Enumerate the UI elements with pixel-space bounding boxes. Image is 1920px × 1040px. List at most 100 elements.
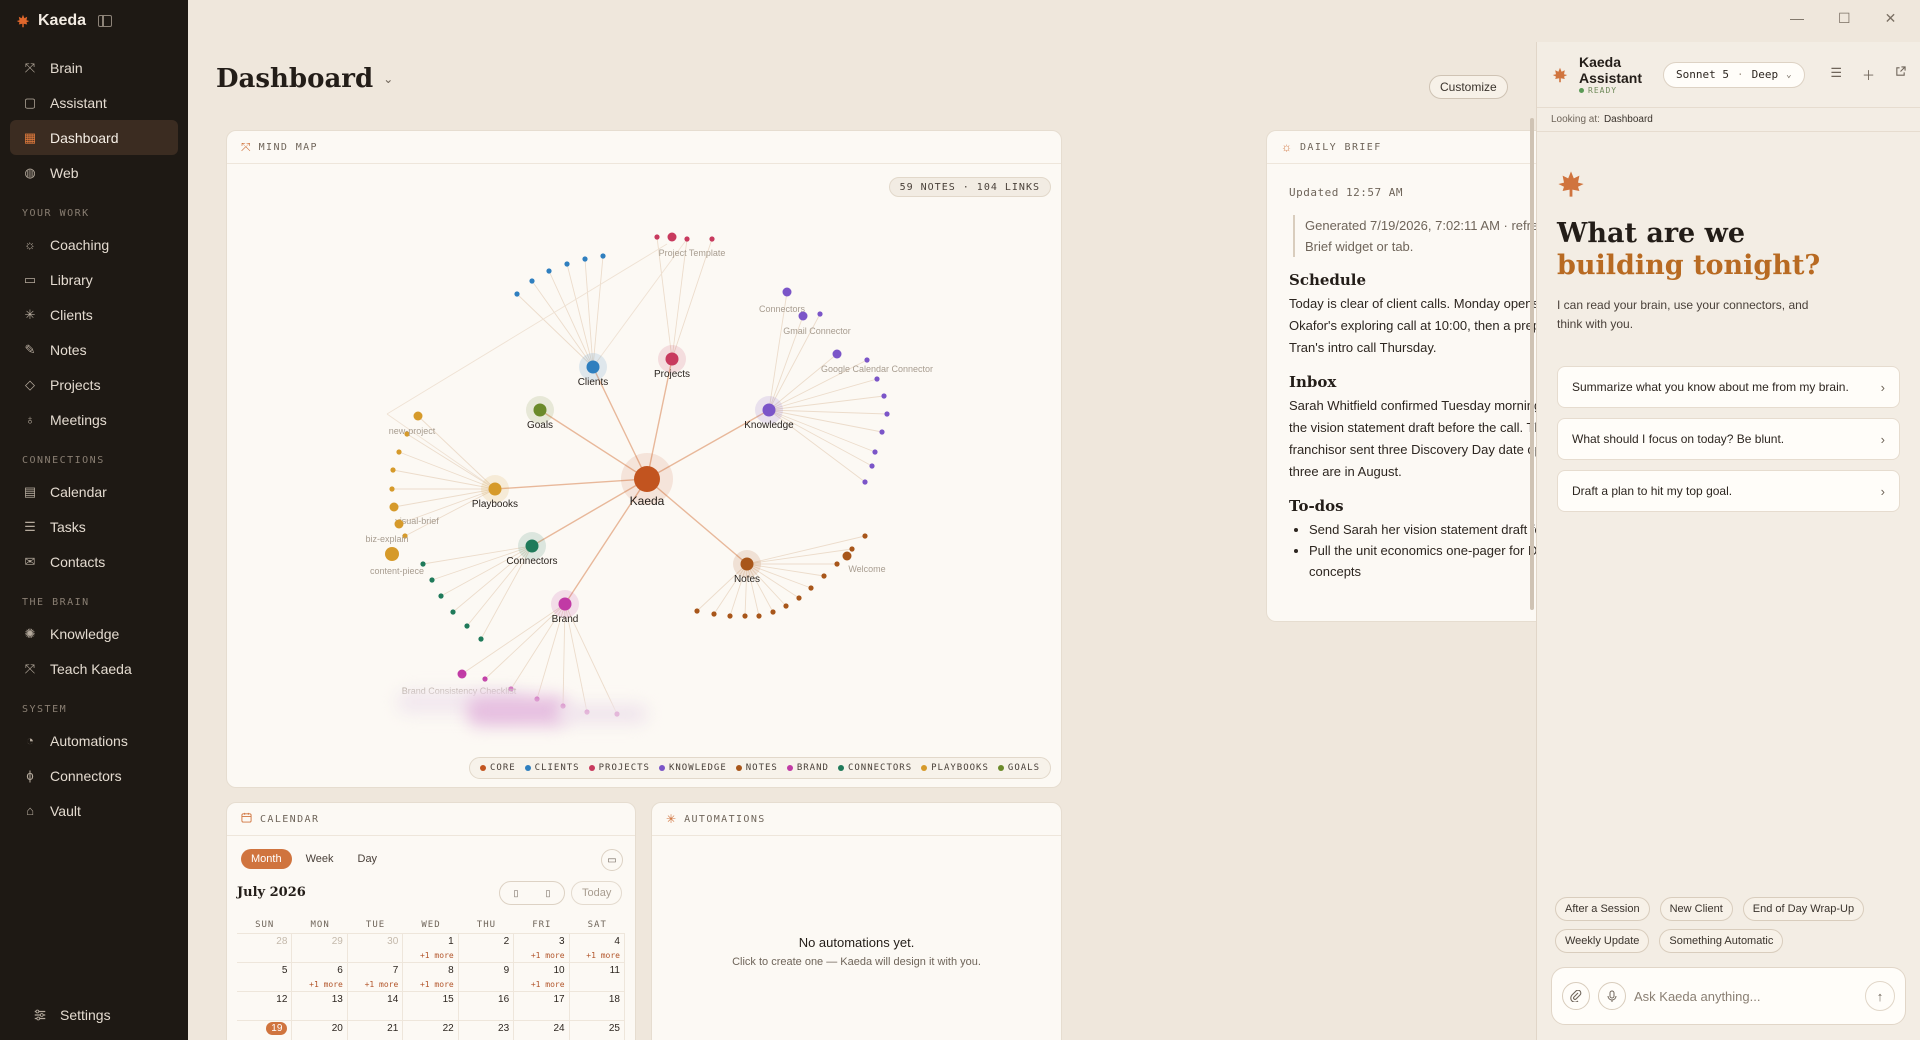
leaf-node[interactable] xyxy=(872,449,878,455)
calendar-day-cell[interactable]: 25 xyxy=(570,1021,625,1040)
calendar-day-cell[interactable]: 23 xyxy=(459,1021,515,1040)
leaf-node[interactable] xyxy=(396,449,402,455)
calendar-day-cell[interactable]: 7 +1 more xyxy=(347,963,404,992)
hub-node-clients[interactable] xyxy=(586,360,600,374)
calendar-day-cell[interactable]: 17 xyxy=(514,992,570,1021)
leaf-node-gcal[interactable] xyxy=(832,349,842,359)
calendar-day-cell[interactable]: 29 xyxy=(292,934,348,963)
leaf-node-gmail[interactable] xyxy=(798,311,808,321)
hub-node-notes[interactable] xyxy=(740,557,754,571)
leaf-node[interactable] xyxy=(874,376,880,382)
calendar-day-cell[interactable]: 5 xyxy=(237,963,293,992)
calendar-day-cell[interactable]: 3 +1 more xyxy=(514,934,570,963)
automations-card[interactable]: ✳ AUTOMATIONS No automations yet. Click … xyxy=(651,802,1062,1040)
calendar-day-cell[interactable]: 24 xyxy=(514,1021,570,1040)
leaf-node[interactable] xyxy=(849,546,855,552)
leaf-node[interactable] xyxy=(482,676,488,682)
leaf-node[interactable] xyxy=(546,268,552,274)
hub-node-brand[interactable] xyxy=(558,597,572,611)
leaf-node[interactable] xyxy=(862,533,868,539)
calendar-day-cell[interactable]: 2 xyxy=(458,934,515,963)
calendar-more-events[interactable]: +1 more xyxy=(420,951,454,960)
leaf-node[interactable] xyxy=(654,234,660,240)
leaf-node[interactable] xyxy=(879,429,885,435)
sidebar-item-vault[interactable]: ⌂ Vault xyxy=(10,793,178,828)
attach-paperclip-icon[interactable] xyxy=(1562,982,1590,1010)
microphone-icon[interactable] xyxy=(1598,982,1626,1010)
leaf-node[interactable] xyxy=(770,609,776,615)
leaf-node[interactable] xyxy=(834,561,840,567)
leaf-node-content-piece[interactable] xyxy=(385,547,399,561)
mindmap-graph[interactable]: Project Template Connectors Gmail Connecto… xyxy=(227,164,1062,754)
sidebar-item-connectors[interactable]: ϕ Connectors xyxy=(10,758,178,793)
page-title-row[interactable]: Dashboard ⌄ xyxy=(216,64,393,94)
sidebar-item-brain[interactable]: ⤧ Brain xyxy=(10,50,178,85)
leaf-node[interactable] xyxy=(564,261,570,267)
tab-month[interactable]: Month xyxy=(241,849,292,869)
new-chat-plus-icon[interactable]: ＋ xyxy=(1862,65,1875,84)
calendar-day-cell[interactable]: 12 xyxy=(237,992,293,1021)
sidebar-item-teach-kaeda[interactable]: ⤧ Teach Kaeda xyxy=(10,651,178,686)
leaf-node[interactable] xyxy=(742,613,748,619)
leaf-node[interactable] xyxy=(529,278,535,284)
leaf-node[interactable] xyxy=(881,393,887,399)
leaf-node-welcome[interactable] xyxy=(842,551,852,561)
popout-icon[interactable] xyxy=(1895,65,1906,84)
sidebar-item-notes[interactable]: ✎ Notes xyxy=(10,332,178,367)
calendar-picker-icon[interactable]: ▭ xyxy=(601,849,623,871)
hub-node-playbooks[interactable] xyxy=(488,482,502,496)
calendar-day-cell[interactable]: 14 xyxy=(347,992,404,1021)
leaf-node-visual-brief[interactable] xyxy=(389,502,399,512)
leaf-node[interactable] xyxy=(869,463,875,469)
calendar-day-cell[interactable]: 21 xyxy=(348,1021,404,1040)
leaf-node-connectors-leaf[interactable] xyxy=(782,287,792,297)
sidebar-item-calendar[interactable]: ▤ Calendar xyxy=(10,474,178,509)
prev-month-icon[interactable]: ▯ xyxy=(514,888,519,899)
leaf-node[interactable] xyxy=(514,291,520,297)
hub-node-projects[interactable] xyxy=(665,352,679,366)
sidebar-item-settings[interactable]: Settings xyxy=(20,997,168,1032)
leaf-node[interactable] xyxy=(783,603,789,609)
leaf-node[interactable] xyxy=(694,608,700,614)
history-list-icon[interactable]: ☰ xyxy=(1830,65,1842,84)
sidebar-item-library[interactable]: ▭ Library xyxy=(10,262,178,297)
calendar-day-cell[interactable]: 11 xyxy=(569,963,625,992)
leaf-node[interactable] xyxy=(796,595,802,601)
maximize-icon[interactable]: ☐ xyxy=(1838,10,1851,27)
send-arrow-icon[interactable]: ↑ xyxy=(1865,981,1895,1011)
leaf-node[interactable] xyxy=(711,611,717,617)
chat-input[interactable] xyxy=(1634,988,1857,1004)
leaf-node[interactable] xyxy=(464,623,470,629)
calendar-more-events[interactable]: +1 more xyxy=(586,951,620,960)
leaf-node[interactable] xyxy=(600,253,606,259)
automations-empty-state[interactable]: No automations yet. Click to create one … xyxy=(652,935,1061,968)
calendar-day-cell[interactable]: 9 xyxy=(458,963,515,992)
calendar-day-cell[interactable]: 20 xyxy=(292,1021,348,1040)
customize-button[interactable]: Customize xyxy=(1429,75,1508,99)
leaf-node[interactable] xyxy=(808,585,814,591)
sidebar-item-web[interactable]: ◍ Web xyxy=(10,155,178,190)
sidebar-item-coaching[interactable]: ☼ Coaching xyxy=(10,227,178,262)
calendar-day-cell[interactable]: 18 xyxy=(569,992,625,1021)
calendar-day-cell[interactable]: 16 xyxy=(458,992,515,1021)
calendar-more-events[interactable]: +1 more xyxy=(309,980,343,989)
sidebar-item-projects[interactable]: ◇ Projects xyxy=(10,367,178,402)
leaf-node[interactable] xyxy=(478,636,484,642)
main-scrollbar[interactable] xyxy=(1530,118,1534,610)
calendar-more-events[interactable]: +1 more xyxy=(365,980,399,989)
quick-action-chip[interactable]: End of Day Wrap-Up xyxy=(1742,897,1865,921)
tab-day[interactable]: Day xyxy=(348,849,388,869)
sidebar-item-meetings[interactable]: ♁ Meetings xyxy=(10,402,178,437)
leaf-node[interactable] xyxy=(429,577,435,583)
quick-action-chip[interactable]: Weekly Update xyxy=(1555,929,1650,953)
calendar-day-cell[interactable]: 4 +1 more xyxy=(569,934,625,963)
chevron-down-icon[interactable]: ⌄ xyxy=(383,72,393,86)
sidebar-toggle-icon[interactable] xyxy=(98,15,112,27)
calendar-day-cell[interactable]: 10 +1 more xyxy=(514,963,570,992)
leaf-node[interactable] xyxy=(390,467,396,473)
sidebar-item-contacts[interactable]: ✉ Contacts xyxy=(10,544,178,579)
leaf-node[interactable] xyxy=(684,236,690,242)
tab-week[interactable]: Week xyxy=(296,849,344,869)
sidebar-item-dashboard[interactable]: ▦ Dashboard xyxy=(10,120,178,155)
hub-node-goals[interactable] xyxy=(533,403,547,417)
